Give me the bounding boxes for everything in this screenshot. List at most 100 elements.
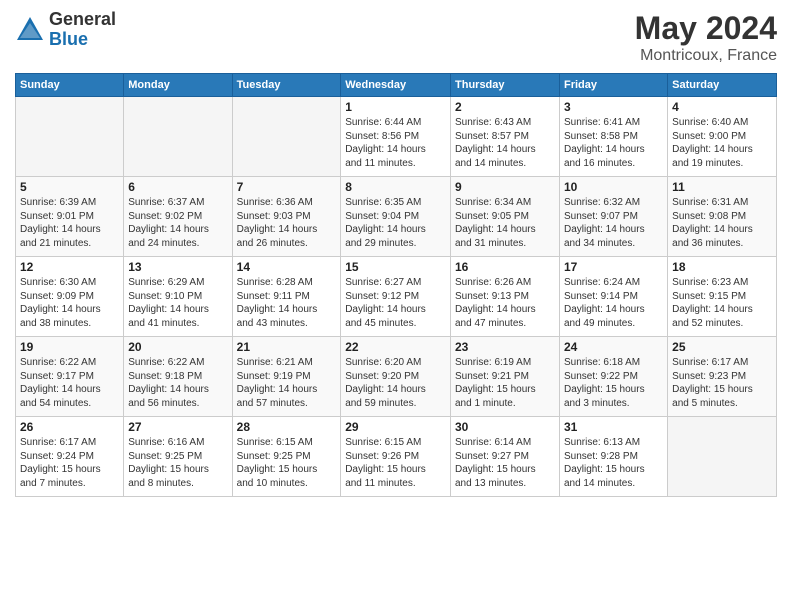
calendar-day-cell: 5Sunrise: 6:39 AM Sunset: 9:01 PM Daylig…: [16, 177, 124, 257]
calendar-day-cell: 25 Sunrise: 6:17 AM Sunset: 9:23 PM Dayli…: [668, 337, 777, 417]
calendar-day-cell: [16, 97, 124, 177]
calendar-day-cell: 27 Sunrise: 6:16 AM Sunset: 9:25 PM Dayli…: [124, 417, 232, 497]
calendar-day-cell: 14 Sunrise: 6:28 AM Sunset: 9:11 PM Dayli…: [232, 257, 341, 337]
day-number: 8: [345, 180, 446, 194]
day-info: Sunrise: 6:31 AM Sunset: 9:08 PM Dayligh…: [672, 196, 772, 250]
calendar-day-cell: 12 Sunrise: 6:30 AM Sunset: 9:09 PM Dayli…: [16, 257, 124, 337]
day-number: 13: [128, 260, 227, 274]
day-info: Sunrise: 6:34 AM Sunset: 9:05 PM Dayligh…: [455, 196, 555, 250]
day-info: Sunrise: 6:23 AM Sunset: 9:15 PM Dayligh…: [672, 276, 772, 330]
logo-icon: [15, 15, 45, 45]
calendar-day-cell: 7 Sunrise: 6:36 AM Sunset: 9:03 PM Daylig…: [232, 177, 341, 257]
calendar-day-cell: 11 Sunrise: 6:31 AM Sunset: 9:08 PM Dayli…: [668, 177, 777, 257]
calendar-day-cell: 23Sunrise: 6:19 AM Sunset: 9:21 PM Dayli…: [451, 337, 560, 417]
calendar-day-header: Friday: [559, 74, 667, 97]
calendar-day-header: Saturday: [668, 74, 777, 97]
calendar-day-cell: 6 Sunrise: 6:37 AM Sunset: 9:02 PM Daylig…: [124, 177, 232, 257]
calendar-day-cell: 3 Sunrise: 6:41 AM Sunset: 8:58 PM Daylig…: [559, 97, 667, 177]
day-number: 2: [455, 100, 555, 114]
calendar-day-cell: [232, 97, 341, 177]
calendar-day-header: Thursday: [451, 74, 560, 97]
calendar-day-cell: 21Sunrise: 6:21 AM Sunset: 9:19 PM Dayli…: [232, 337, 341, 417]
day-number: 18: [672, 260, 772, 274]
day-info: Sunrise: 6:32 AM Sunset: 9:07 PM Dayligh…: [564, 196, 663, 250]
calendar-table: SundayMondayTuesdayWednesdayThursdayFrid…: [15, 73, 777, 497]
day-info: Sunrise: 6:44 AM Sunset: 8:56 PM Dayligh…: [345, 116, 446, 170]
day-number: 1: [345, 100, 446, 114]
day-info: Sunrise: 6:39 AM Sunset: 9:01 PM Dayligh…: [20, 196, 119, 250]
calendar-week-row: 5Sunrise: 6:39 AM Sunset: 9:01 PM Daylig…: [16, 177, 777, 257]
day-number: 29: [345, 420, 446, 434]
calendar-day-cell: 13 Sunrise: 6:29 AM Sunset: 9:10 PM Dayli…: [124, 257, 232, 337]
calendar-day-cell: 26 Sunrise: 6:17 AM Sunset: 9:24 PM Dayli…: [16, 417, 124, 497]
day-info: Sunrise: 6:15 AM Sunset: 9:25 PM Dayligh…: [237, 436, 337, 490]
day-info: Sunrise: 6:22 AM Sunset: 9:17 PM Dayligh…: [20, 356, 119, 410]
day-info: Sunrise: 6:43 AM Sunset: 8:57 PM Dayligh…: [455, 116, 555, 170]
calendar-day-header: Sunday: [16, 74, 124, 97]
calendar-day-header: Monday: [124, 74, 232, 97]
calendar-day-cell: 29 Sunrise: 6:15 AM Sunset: 9:26 PM Dayli…: [341, 417, 451, 497]
day-info: Sunrise: 6:41 AM Sunset: 8:58 PM Dayligh…: [564, 116, 663, 170]
day-info: Sunrise: 6:17 AM Sunset: 9:24 PM Dayligh…: [20, 436, 119, 490]
calendar-day-cell: [668, 417, 777, 497]
day-number: 23: [455, 340, 555, 354]
calendar-header-row: SundayMondayTuesdayWednesdayThursdayFrid…: [16, 74, 777, 97]
logo: General Blue: [15, 10, 116, 50]
calendar-day-cell: 10Sunrise: 6:32 AM Sunset: 9:07 PM Dayli…: [559, 177, 667, 257]
day-info: Sunrise: 6:37 AM Sunset: 9:02 PM Dayligh…: [128, 196, 227, 250]
day-number: 20: [128, 340, 227, 354]
month-title: May 2024: [635, 10, 777, 47]
calendar-day-header: Tuesday: [232, 74, 341, 97]
calendar-day-cell: 9Sunrise: 6:34 AM Sunset: 9:05 PM Daylig…: [451, 177, 560, 257]
calendar-day-cell: 2 Sunrise: 6:43 AM Sunset: 8:57 PM Daylig…: [451, 97, 560, 177]
day-number: 11: [672, 180, 772, 194]
calendar-day-cell: 16Sunrise: 6:26 AM Sunset: 9:13 PM Dayli…: [451, 257, 560, 337]
day-number: 22: [345, 340, 446, 354]
day-info: Sunrise: 6:36 AM Sunset: 9:03 PM Dayligh…: [237, 196, 337, 250]
day-number: 12: [20, 260, 119, 274]
day-info: Sunrise: 6:15 AM Sunset: 9:26 PM Dayligh…: [345, 436, 446, 490]
calendar-day-cell: 8 Sunrise: 6:35 AM Sunset: 9:04 PM Daylig…: [341, 177, 451, 257]
calendar-day-cell: 1 Sunrise: 6:44 AM Sunset: 8:56 PM Daylig…: [341, 97, 451, 177]
day-info: Sunrise: 6:20 AM Sunset: 9:20 PM Dayligh…: [345, 356, 446, 410]
day-info: Sunrise: 6:29 AM Sunset: 9:10 PM Dayligh…: [128, 276, 227, 330]
day-info: Sunrise: 6:28 AM Sunset: 9:11 PM Dayligh…: [237, 276, 337, 330]
day-info: Sunrise: 6:17 AM Sunset: 9:23 PM Dayligh…: [672, 356, 772, 410]
day-number: 21: [237, 340, 337, 354]
day-number: 31: [564, 420, 663, 434]
calendar-day-cell: 15Sunrise: 6:27 AM Sunset: 9:12 PM Dayli…: [341, 257, 451, 337]
day-number: 27: [128, 420, 227, 434]
calendar-day-cell: 28 Sunrise: 6:15 AM Sunset: 9:25 PM Dayli…: [232, 417, 341, 497]
day-number: 25: [672, 340, 772, 354]
calendar-day-cell: 18 Sunrise: 6:23 AM Sunset: 9:15 PM Dayli…: [668, 257, 777, 337]
day-number: 14: [237, 260, 337, 274]
calendar-week-row: 26 Sunrise: 6:17 AM Sunset: 9:24 PM Dayli…: [16, 417, 777, 497]
day-info: Sunrise: 6:40 AM Sunset: 9:00 PM Dayligh…: [672, 116, 772, 170]
calendar-week-row: 19Sunrise: 6:22 AM Sunset: 9:17 PM Dayli…: [16, 337, 777, 417]
calendar-week-row: 1 Sunrise: 6:44 AM Sunset: 8:56 PM Daylig…: [16, 97, 777, 177]
day-number: 3: [564, 100, 663, 114]
calendar-day-cell: 24Sunrise: 6:18 AM Sunset: 9:22 PM Dayli…: [559, 337, 667, 417]
logo-text: General Blue: [49, 10, 116, 50]
calendar-day-cell: 17Sunrise: 6:24 AM Sunset: 9:14 PM Dayli…: [559, 257, 667, 337]
day-number: 16: [455, 260, 555, 274]
calendar-week-row: 12 Sunrise: 6:30 AM Sunset: 9:09 PM Dayli…: [16, 257, 777, 337]
day-number: 28: [237, 420, 337, 434]
day-info: Sunrise: 6:22 AM Sunset: 9:18 PM Dayligh…: [128, 356, 227, 410]
day-number: 6: [128, 180, 227, 194]
day-info: Sunrise: 6:30 AM Sunset: 9:09 PM Dayligh…: [20, 276, 119, 330]
day-info: Sunrise: 6:18 AM Sunset: 9:22 PM Dayligh…: [564, 356, 663, 410]
calendar-day-cell: 30Sunrise: 6:14 AM Sunset: 9:27 PM Dayli…: [451, 417, 560, 497]
day-number: 17: [564, 260, 663, 274]
day-number: 7: [237, 180, 337, 194]
day-info: Sunrise: 6:35 AM Sunset: 9:04 PM Dayligh…: [345, 196, 446, 250]
day-info: Sunrise: 6:16 AM Sunset: 9:25 PM Dayligh…: [128, 436, 227, 490]
calendar-day-cell: 19Sunrise: 6:22 AM Sunset: 9:17 PM Dayli…: [16, 337, 124, 417]
day-info: Sunrise: 6:13 AM Sunset: 9:28 PM Dayligh…: [564, 436, 663, 490]
calendar-day-header: Wednesday: [341, 74, 451, 97]
calendar-day-cell: 4Sunrise: 6:40 AM Sunset: 9:00 PM Daylig…: [668, 97, 777, 177]
header: General Blue May 2024 Montricoux, France: [15, 10, 777, 65]
day-number: 26: [20, 420, 119, 434]
day-number: 15: [345, 260, 446, 274]
title-block: May 2024 Montricoux, France: [635, 10, 777, 65]
